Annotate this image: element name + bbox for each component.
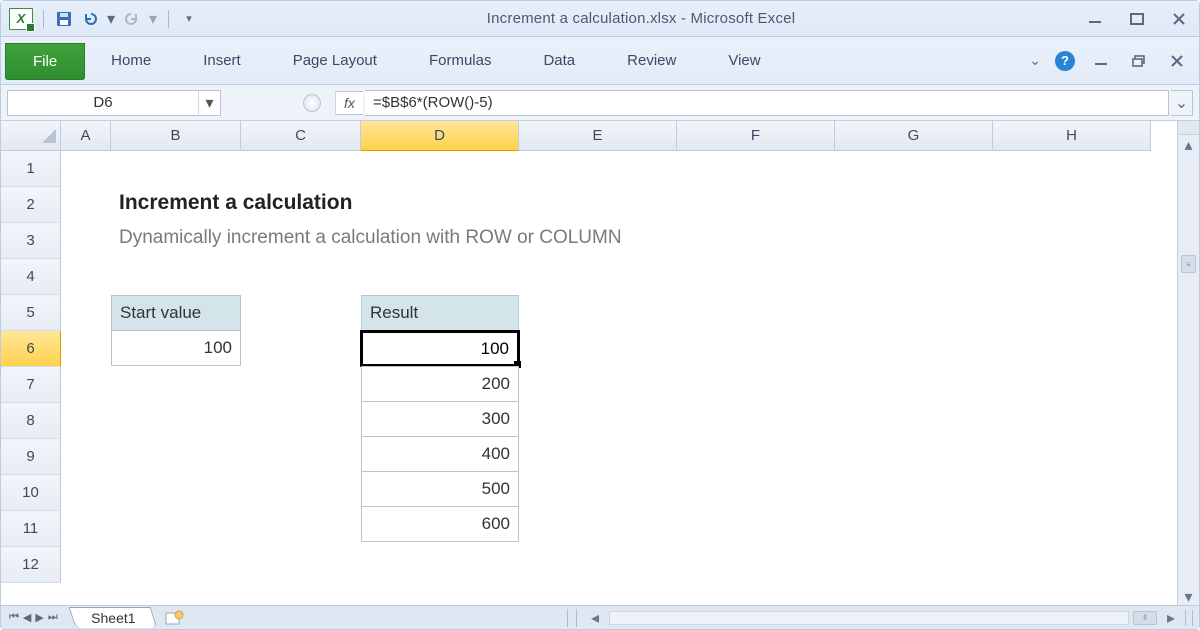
qat-divider-2 xyxy=(168,10,169,28)
column-header-B[interactable]: B xyxy=(111,121,241,151)
workbook-restore-icon[interactable] xyxy=(1127,52,1151,70)
column-header-D[interactable]: D xyxy=(361,121,519,151)
result-cell-4[interactable]: 400 xyxy=(361,436,519,472)
start-value-header[interactable]: Start value xyxy=(111,295,241,331)
workbook-close-icon[interactable] xyxy=(1165,52,1189,70)
window-title: Increment a calculation.xlsx - Microsoft… xyxy=(199,10,1083,27)
row-header-4[interactable]: 4 xyxy=(1,259,61,295)
result-header[interactable]: Result xyxy=(361,295,519,331)
start-value-cell[interactable]: 100 xyxy=(111,330,241,366)
row-header-5[interactable]: 5 xyxy=(1,295,61,331)
scroll-down-icon[interactable]: ▾ xyxy=(1178,587,1199,607)
new-sheet-icon[interactable] xyxy=(164,609,186,627)
hscroll-grip-icon[interactable]: ⦀ xyxy=(1133,611,1157,625)
column-header-A[interactable]: A xyxy=(61,121,111,151)
column-header-F[interactable]: F xyxy=(677,121,835,151)
row-header-6[interactable]: 6 xyxy=(1,331,61,367)
file-tab[interactable]: File xyxy=(5,43,85,80)
worksheet-grid: 123456789101112 ABCDEFGH Increment a cal… xyxy=(1,121,1199,607)
result-cell-2[interactable]: 200 xyxy=(361,366,519,402)
tab-nav-prev-icon[interactable]: ◀ xyxy=(23,611,31,624)
result-cell-3[interactable]: 300 xyxy=(361,401,519,437)
tab-data[interactable]: Data xyxy=(517,37,601,84)
tab-nav-first-icon[interactable]: ⏮ xyxy=(9,611,19,624)
hsplit-box-icon[interactable] xyxy=(1185,610,1193,626)
name-box-dropdown-icon[interactable]: ▾ xyxy=(198,91,220,115)
column-header-G[interactable]: G xyxy=(835,121,993,151)
redo-icon[interactable] xyxy=(122,9,142,29)
sheet-heading: Increment a calculation xyxy=(119,191,352,215)
name-box-value[interactable]: D6 xyxy=(8,94,198,111)
quick-access-toolbar: X ▾ ▾ ▾ xyxy=(9,8,199,30)
select-all-corner[interactable] xyxy=(1,121,61,151)
row-header-11[interactable]: 11 xyxy=(1,511,61,547)
row-header-10[interactable]: 10 xyxy=(1,475,61,511)
row-header-2[interactable]: 2 xyxy=(1,187,61,223)
window-controls xyxy=(1083,10,1191,28)
tab-split-icon[interactable] xyxy=(567,609,577,627)
result-cell-6[interactable]: 600 xyxy=(361,506,519,542)
tab-nav-next-icon[interactable]: ▶ xyxy=(35,611,43,624)
sheet-tab-label: Sheet1 xyxy=(91,610,135,626)
selected-cell[interactable]: 100 xyxy=(360,330,520,367)
tab-page-layout[interactable]: Page Layout xyxy=(267,37,403,84)
tab-insert[interactable]: Insert xyxy=(177,37,267,84)
undo-dropdown-icon[interactable]: ▾ xyxy=(106,9,116,29)
tab-formulas[interactable]: Formulas xyxy=(403,37,518,84)
hscroll-track[interactable] xyxy=(609,611,1129,625)
ribbon-minimize-icon[interactable]: ⌄ xyxy=(1029,52,1041,69)
help-icon[interactable]: ? xyxy=(1055,51,1075,71)
row-header-7[interactable]: 7 xyxy=(1,367,61,403)
result-cell-1: 100 xyxy=(363,333,517,364)
tab-home[interactable]: Home xyxy=(85,37,177,84)
close-icon[interactable] xyxy=(1167,10,1191,28)
column-header-C[interactable]: C xyxy=(241,121,361,151)
qat-divider xyxy=(43,10,44,28)
row-header-9[interactable]: 9 xyxy=(1,439,61,475)
row-header-12[interactable]: 12 xyxy=(1,547,61,583)
scroll-up-icon[interactable]: ▴ xyxy=(1178,135,1199,155)
tab-nav-last-icon[interactable]: ⏭ xyxy=(48,611,58,624)
minimize-icon[interactable] xyxy=(1083,10,1107,28)
formula-bar: D6 ▾ fx =$B$6*(ROW()-5) ⌄ xyxy=(1,85,1199,121)
undo-icon[interactable] xyxy=(80,9,100,29)
tab-review[interactable]: Review xyxy=(601,37,702,84)
scroll-grip-icon[interactable]: ≡ xyxy=(1181,255,1196,273)
scroll-track[interactable]: ≡ xyxy=(1178,155,1199,587)
redo-dropdown-icon[interactable]: ▾ xyxy=(148,9,158,29)
sheet-tab-bar: ⏮ ◀ ▶ ⏭ Sheet1 ◂ ⦀ ▸ xyxy=(1,605,1199,629)
name-box[interactable]: D6 ▾ xyxy=(7,90,221,116)
title-bar: X ▾ ▾ ▾ Increment a calculation.xlsx - M… xyxy=(1,1,1199,37)
ribbon: File Home Insert Page Layout Formulas Da… xyxy=(1,37,1199,85)
fx-icon[interactable]: fx xyxy=(335,91,363,115)
horizontal-scrollbar[interactable]: ◂ ⦀ ▸ xyxy=(186,609,1199,627)
row-header-3[interactable]: 3 xyxy=(1,223,61,259)
result-cell-5[interactable]: 500 xyxy=(361,471,519,507)
column-header-E[interactable]: E xyxy=(519,121,677,151)
workbook-minimize-icon[interactable] xyxy=(1089,52,1113,70)
maximize-icon[interactable] xyxy=(1125,10,1149,28)
sheet-subheading: Dynamically increment a calculation with… xyxy=(119,227,622,249)
scroll-right-icon[interactable]: ▸ xyxy=(1161,610,1181,626)
row-header-8[interactable]: 8 xyxy=(1,403,61,439)
tab-nav: ⏮ ◀ ▶ ⏭ xyxy=(1,611,66,624)
qat-customize-icon[interactable]: ▾ xyxy=(179,9,199,29)
cancel-formula-icon[interactable] xyxy=(303,94,321,112)
sheet-tab-1[interactable]: Sheet1 xyxy=(68,607,157,628)
scroll-left-icon[interactable]: ◂ xyxy=(585,610,605,626)
excel-logo-icon: X xyxy=(9,8,33,30)
tab-view[interactable]: View xyxy=(702,37,786,84)
save-icon[interactable] xyxy=(54,9,74,29)
column-header-H[interactable]: H xyxy=(993,121,1151,151)
row-header-1[interactable]: 1 xyxy=(1,151,61,187)
formula-input[interactable]: =$B$6*(ROW()-5) xyxy=(365,90,1169,116)
split-box-icon[interactable] xyxy=(1178,121,1199,135)
formula-expand-icon[interactable]: ⌄ xyxy=(1171,90,1193,116)
vertical-scrollbar[interactable]: ▴ ≡ ▾ xyxy=(1177,121,1199,607)
